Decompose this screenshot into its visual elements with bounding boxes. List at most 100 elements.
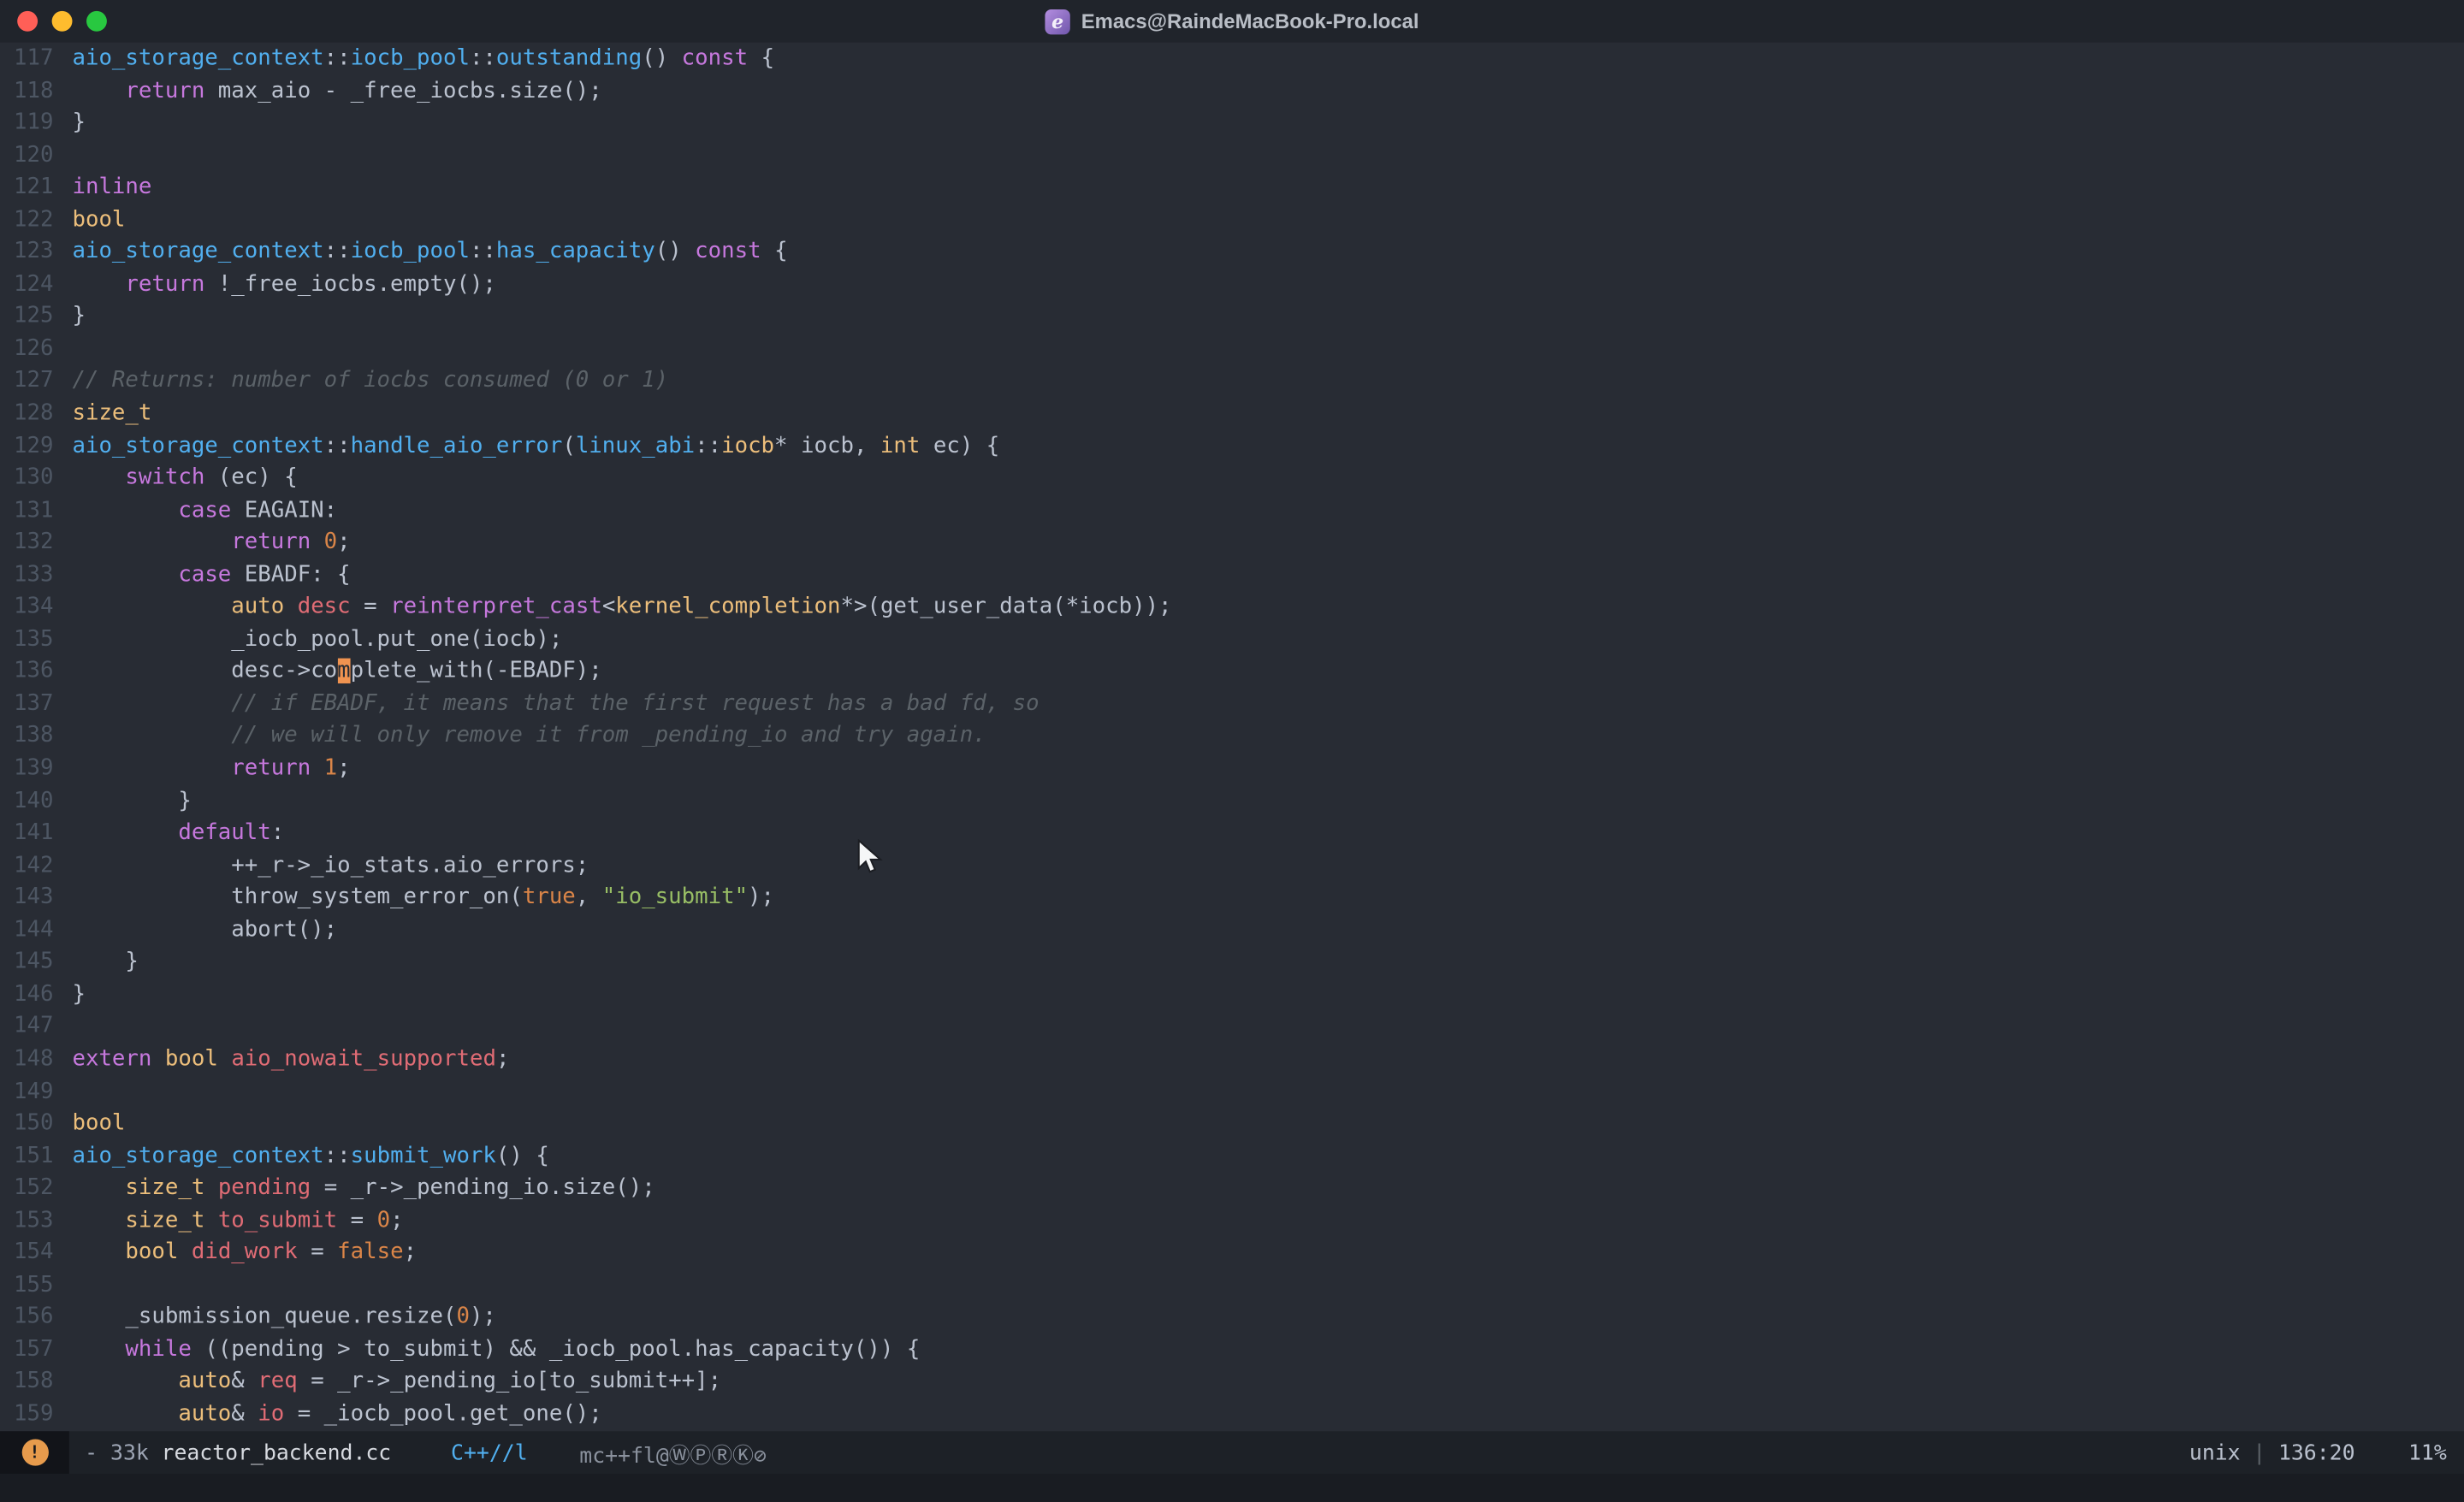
code-line[interactable]: 140 } (0, 785, 2464, 818)
code-line[interactable]: 118 return max_aio - _free_iocbs.size(); (0, 74, 2464, 107)
code-segment: (ec) { (204, 465, 297, 490)
code-line[interactable]: 147 (0, 1011, 2464, 1044)
line-number: 126 (0, 333, 72, 365)
code-text: aio_storage_context::iocb_pool::has_capa… (72, 236, 787, 269)
code-line[interactable]: 156 _submission_queue.resize(0); (0, 1301, 2464, 1333)
code-line[interactable]: 122bool (0, 204, 2464, 236)
code-segment: = (351, 594, 390, 619)
code-line[interactable]: 120 (0, 139, 2464, 172)
minimize-button[interactable] (52, 11, 73, 32)
code-line[interactable]: 129aio_storage_context::handle_aio_error… (0, 429, 2464, 462)
code-line[interactable]: 137 // if EBADF, it means that the first… (0, 688, 2464, 720)
code-line[interactable]: 138 // we will only remove it from _pend… (0, 720, 2464, 753)
code-text: case EAGAIN: (72, 494, 337, 527)
text-cursor: m (337, 659, 350, 683)
code-text: switch (ec) { (72, 462, 297, 494)
code-segment (204, 1175, 217, 1200)
code-segment: desc (298, 594, 351, 619)
code-segment: aio_storage_context (72, 433, 323, 458)
code-line[interactable]: 136 desc->complete_with(-EBADF); (0, 656, 2464, 689)
code-line[interactable]: 148extern bool aio_nowait_supported; (0, 1044, 2464, 1076)
code-line[interactable]: 119} (0, 107, 2464, 139)
code-line[interactable]: 135 _iocb_pool.put_one(iocb); (0, 624, 2464, 656)
code-segment: 0 (377, 1208, 390, 1233)
cursor-position: 136:20 (2278, 1440, 2355, 1464)
major-mode[interactable]: C++//l (451, 1440, 528, 1464)
echo-area[interactable] (0, 1474, 2464, 1502)
code-line[interactable]: 125} (0, 301, 2464, 334)
code-line[interactable]: 155 (0, 1269, 2464, 1302)
code-segment: "io_submit" (602, 884, 748, 909)
code-line[interactable]: 144 abort(); (0, 914, 2464, 947)
code-line[interactable]: 134 auto desc = reinterpret_cast<kernel_… (0, 591, 2464, 624)
code-segment: ); (748, 884, 774, 909)
code-segment (151, 1046, 164, 1071)
code-line[interactable]: 123aio_storage_context::iocb_pool::has_c… (0, 236, 2464, 269)
code-line[interactable]: 124 return !_free_iocbs.empty(); (0, 269, 2464, 301)
code-segment: } (72, 304, 85, 328)
code-segment: = (298, 1240, 337, 1265)
line-number: 130 (0, 462, 72, 494)
line-number: 137 (0, 688, 72, 720)
code-segment: linux_abi (576, 433, 695, 458)
code-text: case EBADF: { (72, 559, 350, 591)
code-line[interactable]: 132 return 0; (0, 527, 2464, 559)
buffer-name[interactable]: reactor_backend.cc (162, 1440, 392, 1464)
code-area[interactable]: 117aio_storage_context::iocb_pool::outst… (0, 43, 2464, 1432)
code-line[interactable]: 143 throw_system_error_on(true, "io_subm… (0, 882, 2464, 914)
code-line[interactable]: 139 return 1; (0, 753, 2464, 785)
code-segment (72, 820, 178, 845)
code-text: throw_system_error_on(true, "io_submit")… (72, 882, 774, 914)
code-line[interactable]: 126 (0, 333, 2464, 365)
code-segment: io (258, 1401, 284, 1426)
titlebar[interactable]: e Emacs@RaindeMacBook-Pro.local (0, 0, 2464, 43)
code-text: auto& io = _iocb_pool.get_one(); (72, 1399, 601, 1431)
code-line[interactable]: 130 switch (ec) { (0, 462, 2464, 494)
code-line[interactable]: 154 bool did_work = false; (0, 1237, 2464, 1269)
code-line[interactable]: 153 size_t to_submit = 0; (0, 1204, 2464, 1237)
code-line[interactable]: 131 case EAGAIN: (0, 494, 2464, 527)
code-line[interactable]: 152 size_t pending = _r->_pending_io.siz… (0, 1172, 2464, 1204)
code-line[interactable]: 133 case EBADF: { (0, 559, 2464, 591)
code-line[interactable]: 128size_t (0, 398, 2464, 430)
close-button[interactable] (17, 11, 38, 32)
zoom-button[interactable] (86, 11, 107, 32)
code-segment: } (72, 788, 191, 813)
code-line[interactable]: 149 (0, 1075, 2464, 1108)
code-text: bool did_work = false; (72, 1237, 417, 1269)
code-segment: ((pending > to_submit) && _iocb_pool.has… (192, 1337, 920, 1362)
code-segment: } (72, 982, 85, 1007)
code-line[interactable]: 151aio_storage_context::submit_work() { (0, 1140, 2464, 1173)
code-segment: 0 (324, 529, 337, 554)
code-segment: // if EBADF, it means that the first req… (72, 691, 1039, 716)
line-number: 136 (0, 656, 72, 689)
code-line[interactable]: 117aio_storage_context::iocb_pool::outst… (0, 43, 2464, 75)
code-line[interactable]: 141 default: (0, 817, 2464, 849)
code-segment: ; (337, 529, 350, 554)
code-segment: :: (324, 45, 351, 70)
line-number: 118 (0, 74, 72, 107)
code-line[interactable]: 158 auto& req = _r->_pending_io[to_submi… (0, 1366, 2464, 1399)
code-segment: :: (470, 45, 496, 70)
eol-indicator: unix (2189, 1440, 2241, 1464)
code-line[interactable]: 142 ++_r->_io_stats.aio_errors; (0, 849, 2464, 882)
line-number: 147 (0, 1011, 72, 1044)
code-line[interactable]: 146} (0, 979, 2464, 1011)
line-number: 148 (0, 1044, 72, 1076)
code-segment: () (655, 239, 695, 264)
code-segment: () (642, 45, 681, 70)
code-line[interactable]: 150bool (0, 1108, 2464, 1140)
line-number: 157 (0, 1333, 72, 1366)
code-text: ++_r->_io_stats.aio_errors; (72, 849, 589, 882)
code-line[interactable]: 127// Returns: number of iocbs consumed … (0, 365, 2464, 398)
code-line[interactable]: 157 while ((pending > to_submit) && _ioc… (0, 1333, 2464, 1366)
code-line[interactable]: 121inline (0, 172, 2464, 204)
code-segment: , (576, 884, 602, 909)
code-line[interactable]: 159 auto& io = _iocb_pool.get_one(); (0, 1399, 2464, 1431)
line-number: 144 (0, 914, 72, 947)
code-segment (72, 1369, 178, 1394)
line-number: 128 (0, 398, 72, 430)
code-segment: _iocb_pool.put_one(iocb); (72, 627, 562, 652)
code-line[interactable]: 145 } (0, 946, 2464, 979)
code-segment: ++_r->_io_stats.aio_errors; (72, 853, 589, 878)
